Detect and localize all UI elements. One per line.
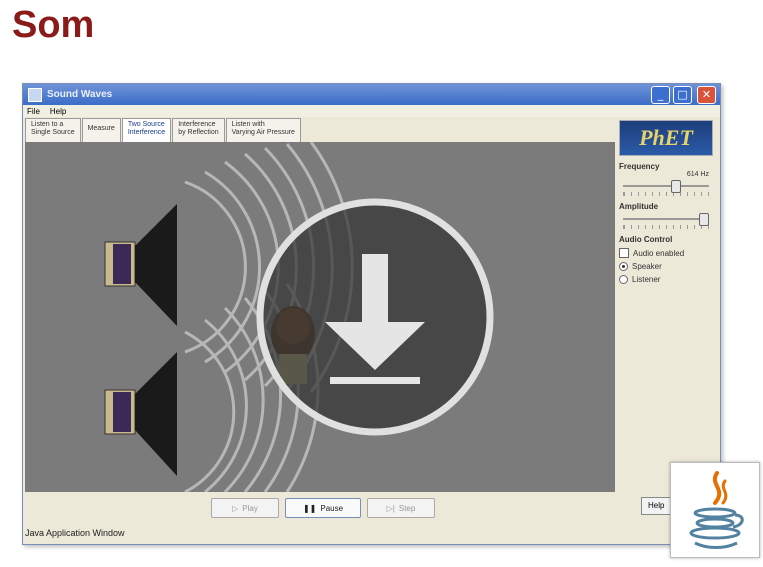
menu-file[interactable]: File — [27, 107, 40, 116]
audio-enabled-checkbox[interactable]: Audio enabled — [619, 248, 715, 258]
tab-two-source-interference[interactable]: Two Source Interference — [121, 118, 172, 142]
step-icon: ▷| — [386, 503, 395, 513]
frequency-ticks — [623, 192, 709, 196]
amplitude-label: Amplitude — [619, 202, 659, 211]
java-badge — [670, 462, 760, 558]
speaker-radio[interactable]: Speaker — [619, 262, 715, 271]
tab-varying-air-pressure[interactable]: Listen with Varying Air Pressure — [225, 118, 301, 142]
menu-bar: File Help — [23, 105, 720, 117]
app-window: Sound Waves _ □ ✕ File Help Listen to a … — [22, 83, 721, 545]
window-title: Sound Waves — [47, 89, 113, 100]
play-button[interactable]: ▷ Play — [211, 498, 279, 518]
amplitude-slider[interactable] — [623, 213, 709, 226]
pause-button[interactable]: ❚❚ Pause — [285, 498, 361, 518]
java-logo-icon — [689, 471, 744, 549]
playback-controls: ▷ Play ❚❚ Pause ▷| Step — [211, 498, 435, 518]
phet-logo: PhET — [619, 120, 713, 156]
listener-radio[interactable]: Listener — [619, 275, 715, 284]
control-panel: PhET Frequency 614 Hz Amplitude Audio Co… — [619, 120, 715, 520]
tab-measure[interactable]: Measure — [81, 118, 121, 142]
play-icon: ▷ — [232, 503, 239, 513]
tab-single-source[interactable]: Listen to a Single Source — [25, 118, 81, 142]
tab-bar: Listen to a Single Source Measure Two So… — [25, 118, 302, 142]
app-icon — [28, 87, 42, 102]
menu-help[interactable]: Help — [50, 107, 66, 116]
audio-control-label: Audio Control — [619, 235, 673, 244]
status-text: Java Application Window — [25, 528, 125, 538]
amplitude-ticks — [623, 225, 709, 229]
frequency-label: Frequency — [619, 162, 660, 171]
step-button[interactable]: ▷| Step — [367, 498, 435, 518]
wave-field — [25, 142, 615, 492]
pause-icon: ❚❚ — [302, 503, 317, 513]
frequency-slider[interactable] — [623, 180, 709, 193]
frequency-slider-thumb[interactable] — [671, 180, 681, 193]
frequency-value: 614 Hz — [686, 171, 709, 178]
slide-title: Som — [12, 4, 95, 46]
minimize-button[interactable]: _ — [651, 86, 670, 104]
amplitude-slider-thumb[interactable] — [699, 213, 709, 226]
simulation-canvas[interactable] — [25, 142, 615, 492]
window-titlebar[interactable]: Sound Waves _ □ ✕ — [23, 84, 720, 105]
download-icon[interactable] — [256, 198, 494, 436]
maximize-button[interactable]: □ — [673, 86, 692, 104]
close-button[interactable]: ✕ — [697, 86, 716, 104]
tab-interference-reflection[interactable]: Interference by Reflection — [172, 118, 225, 142]
